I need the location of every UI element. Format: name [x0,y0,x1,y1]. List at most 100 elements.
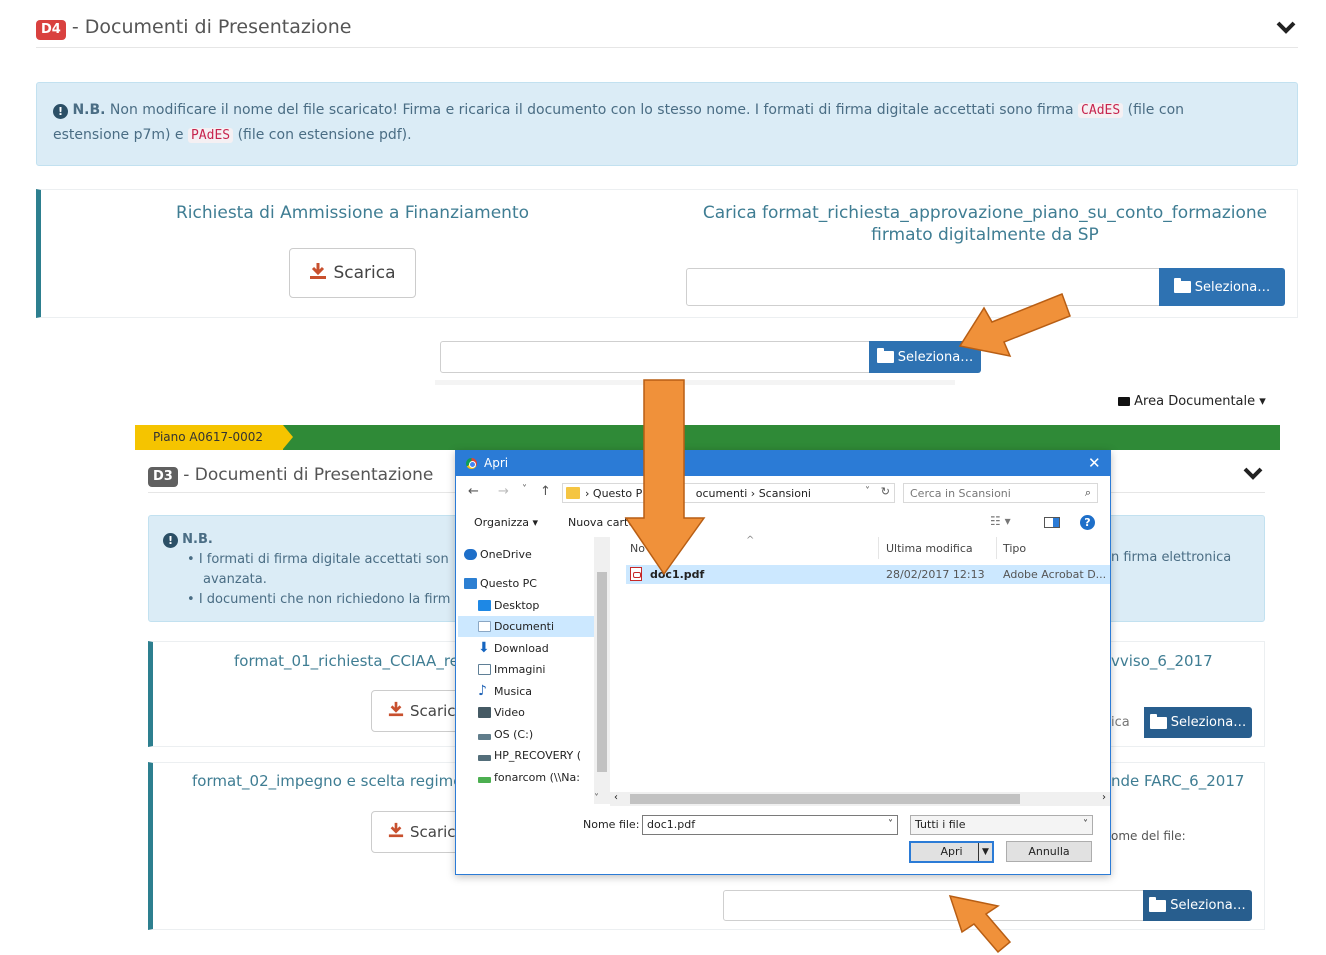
scrollbar-thumb[interactable] [597,572,607,772]
download-icon: ⬇ [478,640,490,656]
select-label: Seleziona… [1194,279,1271,295]
section-title: - Documenti di Presentazione [177,465,434,485]
file-path-input[interactable] [686,268,1160,306]
filename-input[interactable]: doc1.pdf ˅ [642,815,898,835]
preview-pane-icon[interactable] [1044,517,1060,528]
search-input[interactable]: Cerca in Scansioni ⌕ [903,483,1098,503]
scrollbar-thumb[interactable] [630,794,1020,804]
chrome-icon [466,458,477,469]
column-header-type[interactable]: Tipo [1003,542,1026,555]
recent-dropdown-icon[interactable]: ˅ [522,484,527,495]
download-label: Scaric [410,823,456,841]
column-header-modified[interactable]: Ultima modifica [886,542,973,555]
caret-down-icon: ▾ [1259,394,1266,409]
tree-item-os-c[interactable]: OS (C:) [458,724,594,745]
tree-scrollbar[interactable] [594,537,610,804]
folder-open-icon [1149,896,1167,912]
tree-label: Immagini [494,663,546,676]
desktop-icon [478,600,491,611]
chevron-down-icon[interactable] [1243,466,1263,485]
open-label: Apri [940,845,963,858]
tree-item-music[interactable]: ♪ Musica [458,681,594,702]
section-header-d4[interactable]: D4 - Documenti di Presentazione [36,16,1298,48]
file-path-input[interactable] [723,890,1144,921]
chevron-right-icon[interactable]: › [1102,792,1106,803]
view-options-icon[interactable]: ☷ ▾ [990,514,1011,528]
download-icon [388,701,404,721]
tree-item-documents[interactable]: Documenti [458,616,594,637]
tree-label: OS (C:) [494,728,534,741]
column-divider [996,537,997,559]
plan-tag: Piano A0617-0002 [135,425,293,450]
download-icon [388,822,404,842]
file-path-input[interactable] [440,341,870,373]
annotation-arrow [940,892,1020,954]
document-label: format_01_richiesta_CCIAA_re [234,652,459,670]
download-label: Scarica [333,263,396,283]
tree-label: Download [494,642,549,655]
breadcrumb-item[interactable]: Scansioni [759,487,811,500]
tree-item-fonarcom[interactable]: fonarcom (\\Na: [458,767,594,788]
search-placeholder: Cerca in Scansioni [910,487,1011,500]
tree-label: Questo PC [480,577,537,590]
chevron-down-icon[interactable] [1276,16,1296,40]
open-file-dialog: Apri ✕ ← → ˅ ↑ › Questo P ocumenti › Sca… [455,450,1111,875]
alert-text: (file con estensione pdf). [233,127,412,143]
tree-item-video[interactable]: Video [458,702,594,723]
tree-item-this-pc[interactable]: Questo PC [458,573,594,594]
nb-label: N.B. [72,102,106,118]
download-icon [309,262,327,284]
download-button[interactable]: Scarica [289,248,416,298]
tree-label: fonarcom (\\Na: [494,771,580,784]
tree-item-desktop[interactable]: Desktop [458,595,594,616]
onedrive-icon [464,549,477,560]
tree-label: Documenti [494,620,555,633]
area-documentale-label: Area Documentale [1134,394,1256,409]
organize-menu[interactable]: Organizza ▾ [474,516,538,529]
documents-icon [478,621,491,632]
upload-label: vviso_6_2017 [1111,652,1213,670]
horizontal-scrollbar[interactable]: ‹ › [610,792,1110,806]
back-arrow-icon[interactable]: ← [468,484,479,499]
address-bar[interactable]: › Questo P ocumenti › Scansioni ˅ ↻ [562,483,895,503]
file-type-filter[interactable]: Tutti i file ˅ [910,815,1093,835]
plan-tag-label: Piano A0617-0002 [153,430,264,444]
tree-label: Musica [494,685,533,698]
area-documentale-menu[interactable]: Area Documentale ▾ [1118,394,1266,409]
cancel-button[interactable]: Annulla [1006,841,1092,862]
caret-down-icon[interactable]: ▼ [978,843,992,861]
tree-item-pictures[interactable]: Immagini [458,659,594,680]
chevron-left-icon[interactable]: ‹ [614,792,618,803]
tree-item-download[interactable]: ⬇ Download [458,638,594,659]
select-file-button[interactable]: Seleziona… [1143,890,1252,921]
help-icon[interactable]: ? [1080,515,1095,530]
section-title: - Documenti di Presentazione [65,16,352,38]
tree-item-onedrive[interactable]: OneDrive [458,544,594,565]
select-label: Seleziona… [1170,715,1247,730]
file-type: Adobe Acrobat D... [1003,568,1107,581]
open-button[interactable]: Apri ▼ [909,841,994,863]
dialog-title: Apri [484,456,509,470]
select-label: Seleziona… [1170,898,1246,913]
pades-code: PAdES [187,128,234,143]
select-file-button[interactable]: Seleziona… [1159,268,1285,306]
cades-code: CAdES [1078,103,1124,118]
chevron-down-icon[interactable]: ˅ [865,486,870,497]
drive-icon [478,755,491,761]
forward-arrow-icon[interactable]: → [498,484,509,499]
tree-label: Video [494,706,525,719]
chevron-down-icon[interactable]: ˅ [594,793,599,804]
tree-item-hp-recovery[interactable]: HP_RECOVERY ( [458,745,594,766]
download-label: Scaric [410,702,456,720]
video-icon [478,707,491,718]
filename-hint: ome del file: [1111,829,1186,843]
close-icon[interactable]: ✕ [1088,454,1101,472]
refresh-icon[interactable]: ↻ [881,485,890,498]
partial-button[interactable]: ica [1111,707,1145,738]
pictures-icon [478,664,491,675]
folder-open-icon [1149,713,1167,729]
up-arrow-icon[interactable]: ↑ [540,484,551,499]
chevron-down-icon[interactable]: ˅ [888,816,893,834]
chevron-down-icon[interactable]: ˅ [1083,816,1088,834]
select-file-button[interactable]: Seleziona… [1144,707,1252,738]
